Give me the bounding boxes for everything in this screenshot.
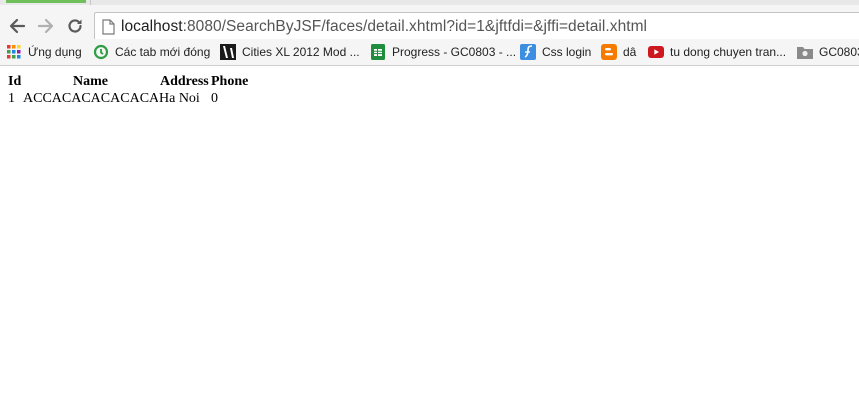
page-icon xyxy=(102,19,115,40)
bookmark-label: tu dong chuyen tran... xyxy=(670,45,787,59)
cell-address: Ha Noi xyxy=(159,91,200,106)
url-text: localhost:8080/SearchByJSF/faces/detail.… xyxy=(121,18,647,36)
bookmark-blogger[interactable]: dâ xyxy=(601,42,636,62)
bookmark-label: GC0803 xyxy=(819,45,859,59)
bookmark-cities-xl[interactable]: Cities XL 2012 Mod ... xyxy=(220,42,360,62)
forward-arrow-icon[interactable] xyxy=(35,15,57,37)
column-header-id: Id xyxy=(8,74,22,89)
css-icon xyxy=(520,44,536,60)
bookmark-progress[interactable]: Progress - GC0803 - ... xyxy=(370,42,516,62)
bookmark-label: dâ xyxy=(623,45,637,59)
cell-phone: 0 xyxy=(211,91,218,106)
bookmark-recent-tabs[interactable]: Các tab mới đóng xyxy=(93,42,210,62)
apps-grid-icon xyxy=(6,44,22,60)
address-bar[interactable]: localhost:8080/SearchByJSF/faces/detail.… xyxy=(94,12,859,41)
bookmark-label: Css login xyxy=(542,45,592,59)
page-content: Id Name Address Phone 1 ACCACACACACACAC … xyxy=(0,66,859,407)
bookmark-label: Progress - GC0803 - ... xyxy=(392,45,517,59)
url-host: localhost xyxy=(121,18,183,35)
bookmark-label: Cities XL 2012 Mod ... xyxy=(242,45,360,59)
blogger-icon xyxy=(601,44,617,60)
column-header-name: Name xyxy=(73,74,108,89)
bookmark-apps[interactable]: Ứng dụng xyxy=(6,42,82,62)
bookmark-css-login[interactable]: Css login xyxy=(520,42,591,62)
column-header-address: Address xyxy=(160,74,209,89)
active-tab-edge[interactable] xyxy=(6,0,86,3)
bookmarks-bar: Ứng dụng Các tab mới đóng Cities XL 2012… xyxy=(0,39,859,66)
sheets-icon xyxy=(370,44,386,60)
bookmark-youtube[interactable]: tu dong chuyen tran... xyxy=(648,42,786,62)
url-path: :8080/SearchByJSF/faces/detail.xhtml?id=… xyxy=(182,18,648,35)
cell-id: 1 xyxy=(8,91,15,106)
bookmark-label: Ứng dụng xyxy=(28,45,82,59)
cities-xl-icon xyxy=(220,44,236,60)
recent-tabs-icon xyxy=(93,44,109,60)
browser-toolbar: localhost:8080/SearchByJSF/faces/detail.… xyxy=(0,5,859,41)
bookmark-gc0803[interactable]: GC0803 xyxy=(797,42,859,62)
reload-icon[interactable] xyxy=(64,15,86,37)
column-header-phone: Phone xyxy=(211,74,249,89)
cell-name: ACCACACACACACAC xyxy=(23,91,158,106)
back-arrow-icon[interactable] xyxy=(6,15,28,37)
youtube-icon xyxy=(648,44,664,60)
drive-folder-icon xyxy=(797,44,813,60)
bookmark-label: Các tab mới đóng xyxy=(115,45,211,59)
